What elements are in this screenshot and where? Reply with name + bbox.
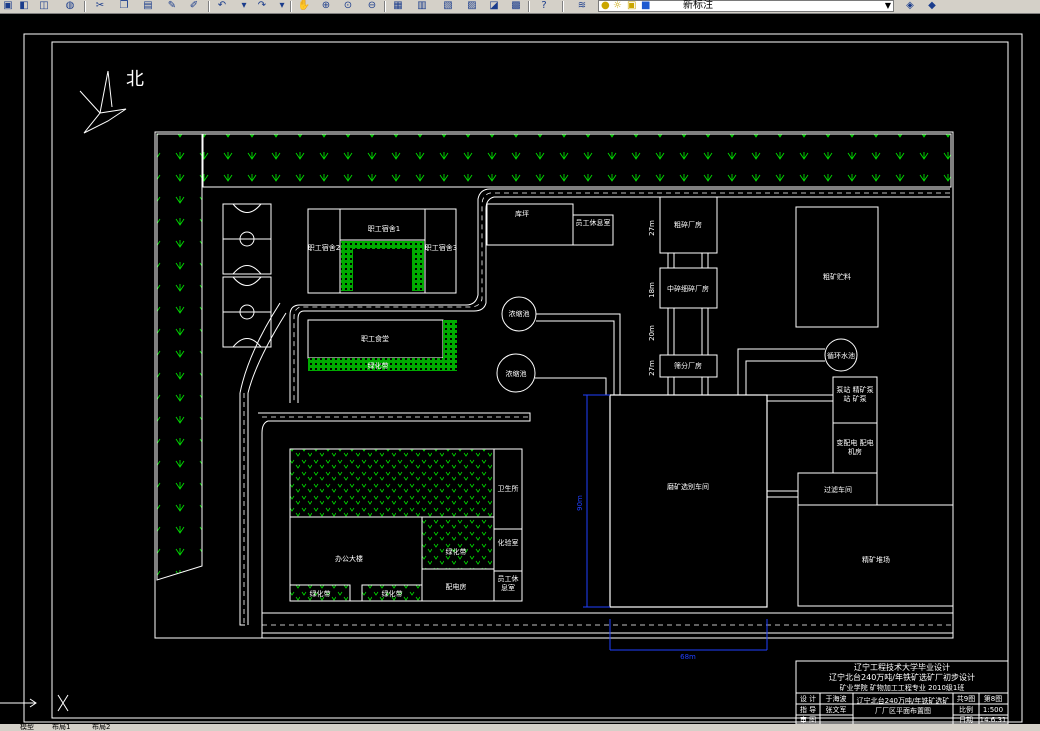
- paste-icon[interactable]: ▤: [140, 0, 156, 12]
- layer-dropdown[interactable]: ● ☼ ▣ ■ 新标注 ▼: [598, 0, 894, 12]
- screening-label: 筛分厂房: [674, 361, 702, 370]
- tb-r3: 审 图: [800, 715, 816, 724]
- layer-previous-icon[interactable]: ◆: [924, 0, 940, 12]
- save-icon[interactable]: ◧: [16, 0, 32, 12]
- tb-r1-name: 于海波: [826, 694, 847, 703]
- north-label: 北: [126, 69, 144, 90]
- green-1-label: 绿化带: [310, 589, 331, 598]
- dorm3-label: 职工宿舍3: [425, 243, 457, 252]
- dim-mid2: 20m: [648, 325, 656, 341]
- staff-rest-2-label: 员工休息室: [497, 575, 519, 592]
- tb-project: 辽宁北台240万吨/年铁矿选矿厂初步设计: [829, 672, 975, 682]
- tb-scale-label: 比例: [959, 705, 973, 714]
- block-editor-icon[interactable]: ✐: [186, 0, 202, 12]
- ucs-icon: [0, 694, 69, 712]
- help-icon[interactable]: ?: [536, 0, 552, 12]
- layer-name: 新标注: [683, 0, 713, 11]
- power-room-label: 配电房: [446, 582, 467, 591]
- pan-icon[interactable]: ✋: [296, 0, 312, 12]
- tree-belt-north: [202, 133, 952, 188]
- copy-icon[interactable]: ❐: [116, 0, 132, 12]
- dim-bottom: 68m: [680, 653, 696, 661]
- basketball-court: [222, 203, 272, 348]
- tb-drawing-title: 辽宁北台240万吨/年铁矿选矿厂厂区平面布置图: [856, 697, 950, 715]
- zoom-realtime-icon[interactable]: ⊕: [318, 0, 334, 12]
- clinic-label: 卫生所: [498, 484, 519, 493]
- mid-fine-crusher-label: 中碎细碎厂房: [667, 284, 709, 293]
- markup-icon[interactable]: ◪: [486, 0, 502, 12]
- staff-rest-1-label: 员工休息室: [575, 219, 611, 227]
- main-plant-label: 磨矿选别车间: [667, 482, 709, 491]
- redo-icon[interactable]: ↷: [254, 0, 270, 12]
- cut-icon[interactable]: ✂: [92, 0, 108, 12]
- dim-mid1: 18m: [648, 282, 656, 298]
- greenbelt-label: 绿化带: [368, 361, 389, 370]
- coarse-crusher-label: 粗碎厂房: [674, 220, 702, 229]
- tab-layout2[interactable]: 布局2: [92, 724, 110, 731]
- tree-belt-west: [156, 133, 203, 581]
- tb-school: 辽宁工程技术大学毕业设计: [854, 662, 950, 672]
- substation-label: 变配电 配电机房: [836, 439, 874, 456]
- filter-plant-label: 过滤车间: [824, 485, 852, 494]
- ore-bin-label: 粗矿贮料: [823, 272, 851, 281]
- lab-label: 化验室: [498, 538, 519, 547]
- thickener-1-label: 浓缩池: [509, 309, 530, 318]
- canteen-label: 职工食堂: [361, 334, 389, 343]
- tb-r2-name: 张文军: [826, 705, 847, 714]
- dorm2-label: 职工宿舍2: [308, 243, 340, 252]
- redo-dropdown-icon[interactable]: ▾: [274, 0, 290, 12]
- properties-icon[interactable]: ▦: [390, 0, 406, 12]
- office-green-label: 绿化带: [446, 547, 467, 556]
- tb-r2: 指 导: [800, 705, 816, 714]
- pump-house-label: 泵站 精矿泵站 矿泵: [836, 386, 874, 403]
- tb-sheets: 共9图: [957, 694, 975, 703]
- sun-icon: ☼: [613, 0, 622, 11]
- dim-coarse: 27m: [648, 220, 656, 236]
- match-properties-icon[interactable]: ✎: [164, 0, 180, 12]
- tb-major: 矿业学院 矿物加工工程专业 2010级1班: [840, 683, 965, 692]
- zoom-previous-icon[interactable]: ⊖: [364, 0, 380, 12]
- publish-icon[interactable]: ◍: [62, 0, 78, 12]
- green-2-label: 绿化带: [382, 589, 403, 598]
- zoom-window-icon[interactable]: ⊙: [340, 0, 356, 12]
- open-icon[interactable]: ▣: [0, 0, 16, 12]
- design-center-icon[interactable]: ▥: [414, 0, 430, 12]
- bulb-icon: ●: [601, 0, 610, 11]
- chevron-down-icon: ▼: [884, 1, 891, 10]
- tab-model[interactable]: 模型: [20, 724, 34, 731]
- dim-left: 90m: [576, 495, 584, 511]
- undo-dropdown-icon[interactable]: ▾: [236, 0, 252, 12]
- tb-date-label: 日期: [959, 716, 973, 724]
- drawing-canvas[interactable]: 北 职工宿舍1 职工宿舍2 职工宿舍3 职工食堂 绿化带 库坪 员工休息室 浓缩…: [0, 13, 1040, 724]
- tab-layout1[interactable]: 布局1: [52, 724, 70, 731]
- thickener-2-label: 浓缩池: [506, 369, 527, 378]
- tb-r1: 设 计: [800, 694, 816, 703]
- undo-icon[interactable]: ↶: [214, 0, 230, 12]
- tb-sheet-no: 第8图: [984, 694, 1002, 703]
- layout-tabs: 模型 布局1 布局2: [0, 724, 1040, 731]
- north-arrow-icon: [79, 70, 127, 134]
- dim-screen: 27m: [648, 360, 656, 376]
- lock-icon: ▣: [627, 0, 637, 11]
- color-swatch-icon: ■: [641, 0, 651, 11]
- tb-date: 14.6.31: [980, 716, 1007, 724]
- tb-scale: 1:500: [983, 706, 1003, 714]
- tool-palette-icon[interactable]: ▧: [440, 0, 456, 12]
- layer-manager-icon[interactable]: ≋: [574, 0, 590, 12]
- warehouse-label: 库坪: [515, 209, 529, 218]
- standard-toolbar: ▣ ◧ ◫ ◍ ✂ ❐ ▤ ✎ ✐ ↶ ▾ ↷ ▾ ✋ ⊕ ⊙ ⊖ ▦ ▥ ▧ …: [0, 0, 1040, 14]
- sheet-set-icon[interactable]: ▨: [464, 0, 480, 12]
- calculator-icon[interactable]: ▩: [508, 0, 524, 12]
- circulating-pool-label: 循环水池: [827, 351, 855, 360]
- make-current-layer-icon[interactable]: ◈: [902, 0, 918, 12]
- dorm1-label: 职工宿舍1: [368, 224, 400, 233]
- print-icon[interactable]: ◫: [36, 0, 52, 12]
- concentrate-yard-label: 精矿堆场: [862, 555, 890, 564]
- office-label: 办公大楼: [335, 554, 363, 563]
